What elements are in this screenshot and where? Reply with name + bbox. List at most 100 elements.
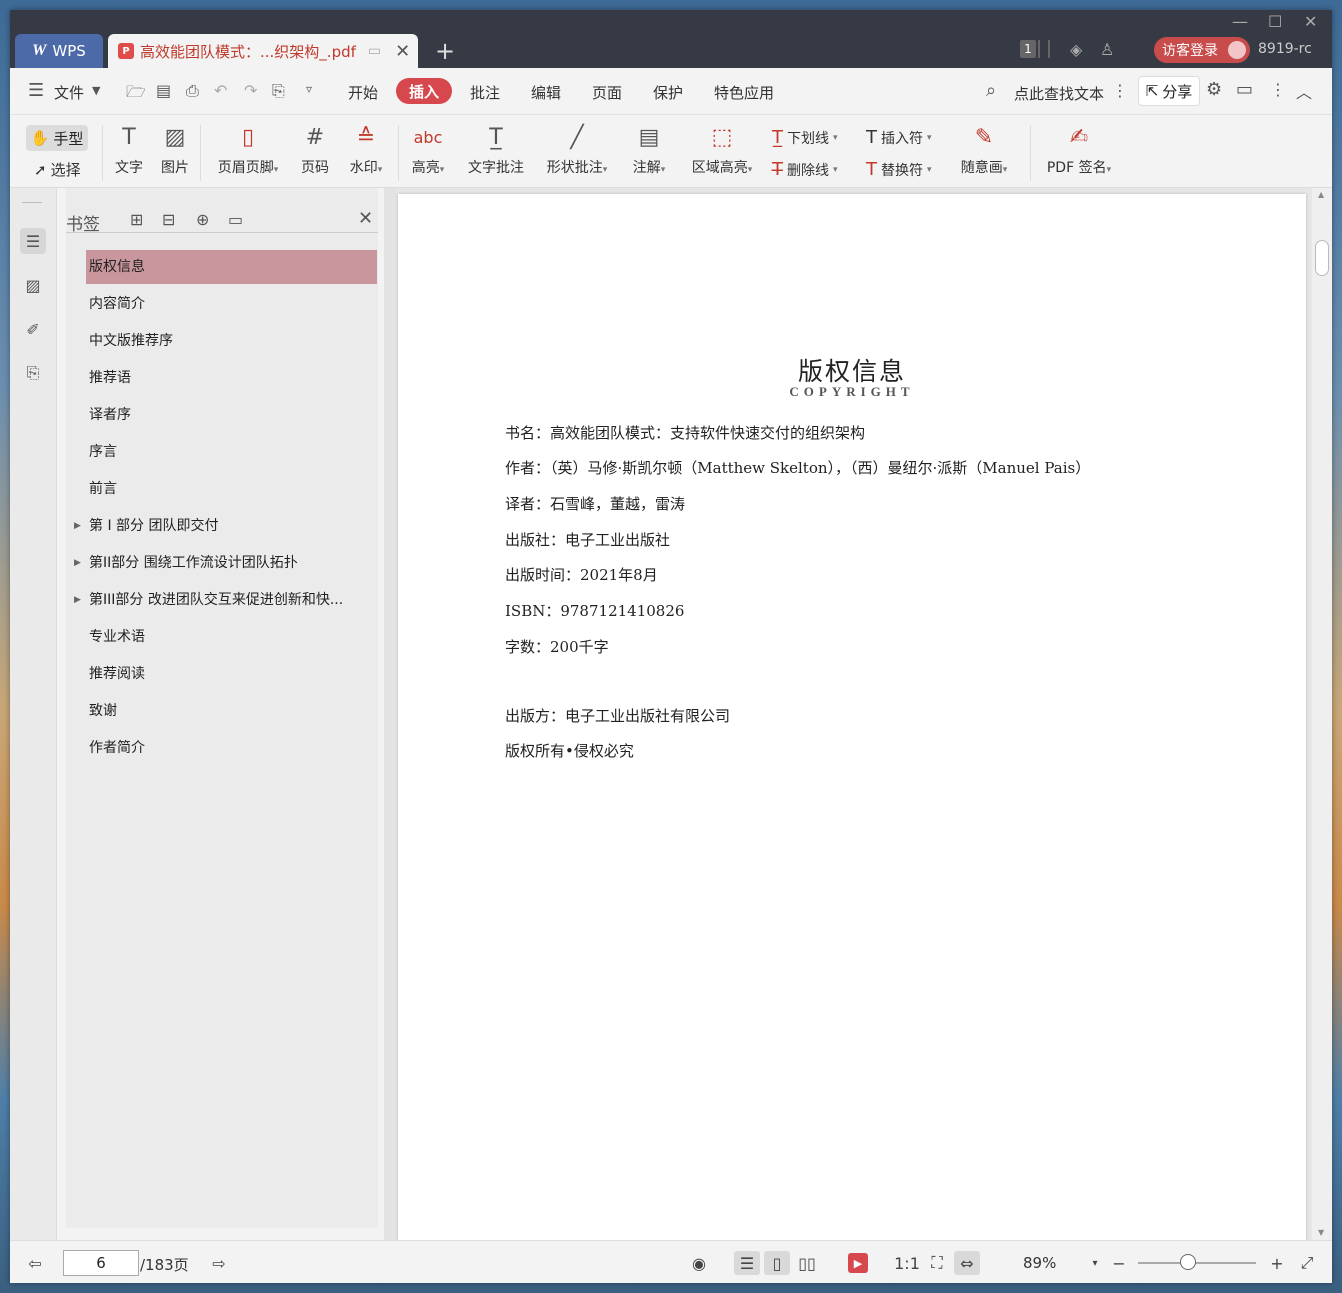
insert-text-button[interactable]: T 文字	[114, 123, 144, 177]
undo-icon[interactable]: ↶	[214, 81, 227, 100]
menu-protect[interactable]: 保护	[653, 82, 683, 103]
bookmark-item[interactable]: 专业术语	[86, 620, 377, 654]
bookmark-item[interactable]: 中文版推荐序	[86, 324, 377, 358]
underline-button[interactable]: T̲ 下划线 ▾	[772, 127, 838, 148]
bookmark-item[interactable]: 前言	[86, 472, 377, 506]
window-switch-icon[interactable]	[1038, 40, 1050, 58]
redo-icon[interactable]: ↷	[244, 81, 257, 100]
minimize-icon[interactable]: —	[1232, 12, 1248, 31]
save-icon[interactable]: ▤	[156, 81, 171, 100]
menu-start[interactable]: 开始	[348, 82, 378, 103]
page-number-input[interactable]: 6	[63, 1250, 139, 1276]
wps-home-tab[interactable]: W WPS	[15, 34, 103, 68]
expand-arrow-icon[interactable]: ▶	[74, 595, 81, 605]
settings-gear-icon[interactable]: ⚙	[1206, 79, 1222, 100]
more-vertical-icon[interactable]: ⋮	[1112, 81, 1128, 100]
expand-all-icon[interactable]: ⊞	[130, 210, 143, 229]
thumbnail-image-icon[interactable]: ▨	[20, 272, 46, 298]
expand-arrow-icon[interactable]: ▶	[74, 521, 81, 531]
continuous-view-icon[interactable]: ☰	[734, 1251, 760, 1275]
menu-special[interactable]: 特色应用	[714, 82, 774, 103]
expand-arrow-icon[interactable]: ▶	[74, 558, 81, 568]
menu-comment[interactable]: 批注	[470, 82, 500, 103]
bookmark-settings-icon[interactable]: ▭	[228, 210, 243, 229]
file-menu[interactable]: 文件	[54, 82, 84, 103]
fit-width-icon[interactable]: ⇔	[954, 1251, 980, 1275]
annotation-pen-icon[interactable]: ✐	[20, 316, 46, 342]
replace-mark-button[interactable]: T 替换符 ▾	[866, 159, 932, 180]
search-text-button[interactable]: 点此查找文本	[1014, 83, 1104, 104]
bookmark-item[interactable]: 序言	[86, 435, 377, 469]
add-bookmark-icon[interactable]: ⊕	[196, 210, 209, 229]
convert-icon[interactable]: ⎘	[272, 81, 285, 101]
freehand-button[interactable]: ✎ 随意画▾	[956, 123, 1012, 177]
theme-icon[interactable]: ◈	[1070, 40, 1082, 59]
collapse-all-icon[interactable]: ⊟	[162, 210, 175, 229]
eye-protection-icon[interactable]: ◉	[686, 1251, 712, 1275]
hamburger-menu-icon[interactable]: ☰	[28, 80, 44, 101]
bookmark-item[interactable]: 版权信息	[86, 250, 377, 284]
strikethrough-button[interactable]: T̶ 删除线 ▾	[772, 159, 838, 180]
bookmark-item[interactable]: 第II部分 围绕工作流设计团队拓扑	[86, 546, 377, 580]
bookmark-item[interactable]: 第III部分 改进团队交互来促进创新和快...	[86, 583, 377, 617]
scrollbar-thumb[interactable]	[1315, 240, 1329, 276]
more-dropdown-icon[interactable]: ▿	[306, 82, 312, 96]
two-page-icon[interactable]: ▯▯	[794, 1251, 820, 1275]
hand-tool-button[interactable]: ✋ 手型	[26, 125, 88, 151]
open-folder-icon[interactable]: 🗁	[126, 81, 146, 108]
document-tab[interactable]: P 高效能团队模式：...织架构_.pdf ▭ ✕	[108, 34, 418, 68]
prev-page-icon[interactable]: ⇦	[22, 1251, 48, 1275]
bookmark-item[interactable]: 致谢	[86, 694, 377, 728]
panel-divider[interactable]	[384, 188, 396, 1240]
zoom-in-icon[interactable]: +	[1264, 1251, 1290, 1275]
zoom-slider[interactable]	[1138, 1262, 1256, 1264]
bookmark-item[interactable]: 内容简介	[86, 287, 377, 321]
header-footer-button[interactable]: ▯ 页眉页脚▾	[212, 123, 284, 177]
play-slideshow-icon[interactable]: ▶	[848, 1253, 868, 1273]
print-icon[interactable]: ⎙	[186, 81, 199, 101]
shape-comment-button[interactable]: ╱ 形状批注▾	[542, 123, 612, 177]
note-button[interactable]: ▤ 注解▾	[628, 123, 670, 177]
fit-page-icon[interactable]: ⛶	[924, 1251, 950, 1275]
bookmark-item[interactable]: 译者序	[86, 398, 377, 432]
select-tool-button[interactable]: ➚ 选择	[34, 159, 81, 180]
document-viewport[interactable]: 版权信息 COPYRIGHT 书名：高效能团队模式：支持软件快速交付的组织架构 …	[396, 188, 1332, 1254]
menu-insert[interactable]: 插入	[396, 78, 452, 104]
bookmark-item[interactable]: 作者简介	[86, 731, 377, 765]
more-options-icon[interactable]: ⋮	[1270, 80, 1286, 99]
next-page-icon[interactable]: ⇨	[206, 1251, 232, 1275]
guest-login-button[interactable]: 访客登录	[1154, 37, 1250, 63]
highlight-button[interactable]: abc 高亮▾	[408, 123, 448, 177]
new-tab-button[interactable]: +	[435, 37, 455, 65]
share-button[interactable]: ⇱ 分享	[1138, 76, 1200, 106]
insert-image-button[interactable]: ▨ 图片	[160, 123, 190, 177]
drag-handle[interactable]	[22, 202, 42, 203]
scroll-down-icon[interactable]: ▼	[1318, 1228, 1324, 1237]
pdf-sign-button[interactable]: ✍ PDF 签名▾	[1042, 123, 1116, 177]
insert-mark-button[interactable]: T 插入符 ▾	[866, 127, 932, 148]
window-close-icon[interactable]: ✕	[1304, 12, 1317, 31]
monitor-icon[interactable]: ▭	[368, 43, 381, 59]
tab-close-icon[interactable]: ✕	[395, 41, 410, 62]
bookmark-item[interactable]: 推荐阅读	[86, 657, 377, 691]
page-number-button[interactable]: # 页码	[298, 123, 332, 177]
actual-size-icon[interactable]: 1:1	[894, 1251, 920, 1275]
area-highlight-button[interactable]: ⬚ 区域高亮▾	[686, 123, 758, 177]
zoom-dropdown-icon[interactable]: ▾	[1082, 1251, 1108, 1275]
menu-page[interactable]: 页面	[592, 82, 622, 103]
vertical-scrollbar[interactable]: ▲ ▼	[1312, 188, 1332, 1240]
message-icon[interactable]: ▭	[1236, 79, 1253, 100]
maximize-icon[interactable]: ☐	[1268, 12, 1282, 31]
skin-shirt-icon[interactable]: ♙	[1100, 40, 1114, 59]
window-count-badge[interactable]: 1	[1020, 40, 1036, 58]
collapse-ribbon-icon[interactable]: ︿	[1296, 79, 1312, 103]
single-page-icon[interactable]: ▯	[764, 1251, 790, 1275]
scroll-up-icon[interactable]: ▲	[1318, 190, 1324, 199]
panel-close-icon[interactable]: ✕	[358, 208, 373, 229]
fullscreen-icon[interactable]: ⤢	[1294, 1251, 1320, 1275]
chevron-down-icon[interactable]: ▼	[92, 84, 100, 97]
watermark-button[interactable]: ≙ 水印▾	[346, 123, 386, 177]
signature-panel-icon[interactable]: ⎘	[20, 360, 46, 386]
search-icon[interactable]: ⌕	[986, 80, 996, 101]
zoom-level[interactable]: 89%	[1023, 1254, 1056, 1272]
